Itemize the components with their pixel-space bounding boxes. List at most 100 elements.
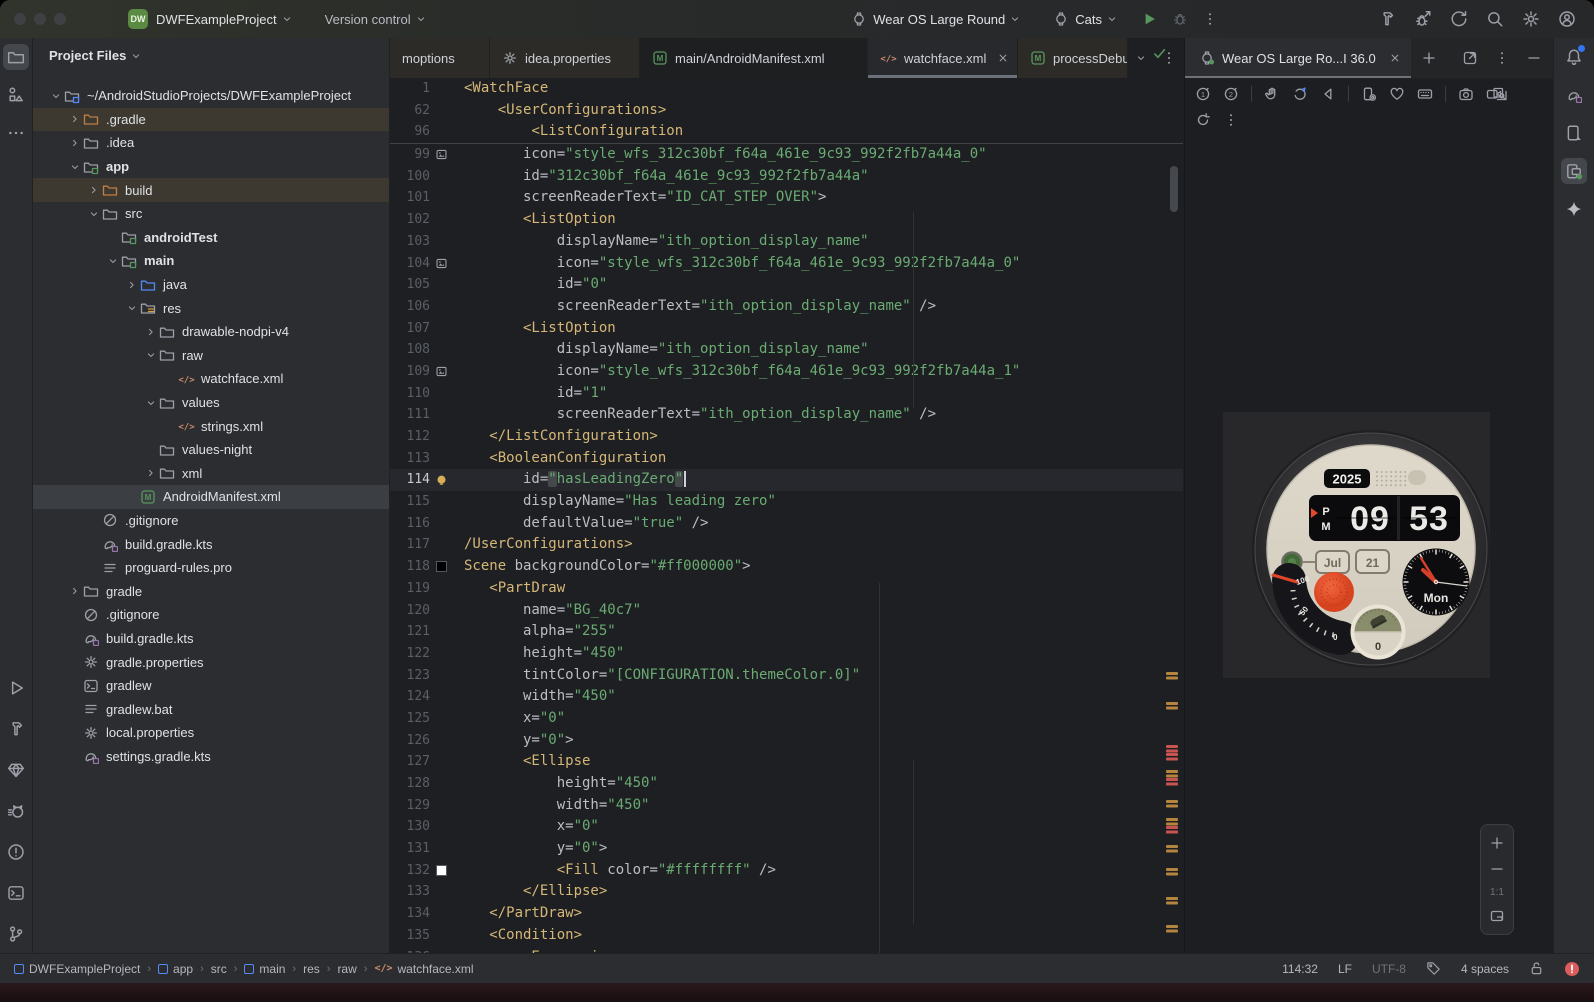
code-line-126[interactable]: 126 y="0"> — [390, 730, 1183, 752]
code-line-132[interactable]: 132 <Fill color="#ffffffff" /> — [390, 860, 1183, 882]
line-number[interactable]: 125 — [390, 708, 430, 730]
device-selector[interactable]: Wear OS Large Round — [851, 11, 1027, 27]
sync-project-icon[interactable] — [1450, 10, 1468, 28]
editor-tab-moptions[interactable]: moptions — [390, 38, 490, 78]
editor-tab-processdebug[interactable]: MprocessDebug — [1018, 38, 1128, 78]
line-number[interactable]: 127 — [390, 751, 430, 773]
notifications-icon[interactable] — [1561, 44, 1587, 70]
lock-open-icon[interactable] — [1529, 961, 1544, 976]
tree-item-androidtest[interactable]: androidTest — [33, 226, 389, 250]
code-line-125[interactable]: 125 x="0" — [390, 708, 1183, 730]
code-line-127[interactable]: 127 <Ellipse — [390, 751, 1183, 773]
tree-item-java[interactable]: java — [33, 273, 389, 297]
tree-item-strings-xml[interactable]: </> strings.xml — [33, 414, 389, 438]
tree-item-androidmanifest-xml[interactable]: M AndroidManifest.xml — [33, 485, 389, 509]
line-number[interactable]: 121 — [390, 621, 430, 643]
sidebar-item-structure[interactable] — [3, 82, 29, 108]
code-line-107[interactable]: 107 <ListOption — [390, 318, 1183, 340]
code-line-96[interactable]: 96 <ListConfiguration — [390, 121, 1183, 143]
code-line-129[interactable]: 129 width="450" — [390, 795, 1183, 817]
zoom-in-button[interactable] — [1489, 835, 1505, 851]
gemini-icon[interactable] — [1561, 196, 1587, 222]
device-settings-icon[interactable] — [1361, 86, 1377, 102]
line-number[interactable]: 126 — [390, 730, 430, 752]
chevron-right-icon[interactable] — [68, 584, 82, 598]
sidebar-item-app-quality-insights[interactable] — [3, 757, 29, 783]
health-services-icon[interactable] — [1389, 86, 1405, 102]
line-number[interactable]: 131 — [390, 838, 430, 860]
tree-item-src[interactable]: src — [33, 202, 389, 226]
indent-widget[interactable]: 4 spaces — [1461, 962, 1509, 976]
vcs-widget[interactable]: Version control — [325, 12, 433, 27]
tree-item-settings-gradle-kts[interactable]: settings.gradle.kts — [33, 745, 389, 769]
line-number[interactable]: 112 — [390, 426, 430, 448]
line-separator-widget[interactable]: LF — [1338, 962, 1352, 976]
warning-stripe-mark[interactable] — [1166, 818, 1178, 821]
code-line-106[interactable]: 106 screenReaderText="ith_option_display_… — [390, 296, 1183, 318]
chevron-right-icon[interactable] — [125, 278, 139, 292]
chevron-down-icon[interactable] — [68, 160, 82, 174]
line-number[interactable]: 103 — [390, 231, 430, 253]
error-stripe-mark[interactable] — [1166, 745, 1178, 748]
line-number[interactable]: 99 — [390, 144, 430, 166]
sidebar-item-logcat[interactable] — [3, 798, 29, 824]
tree-item--gradle[interactable]: .gradle — [33, 107, 389, 132]
sidebar-item-project[interactable] — [3, 44, 29, 70]
breadcrumb-item-raw[interactable]: raw — [337, 962, 356, 976]
line-number[interactable]: 110 — [390, 383, 430, 405]
window-close-button[interactable] — [14, 13, 26, 25]
line-number[interactable]: 107 — [390, 318, 430, 340]
intention-bulb-icon[interactable] — [430, 469, 452, 491]
line-number[interactable]: 62 — [390, 100, 430, 122]
tree-item-values-night[interactable]: values-night — [33, 438, 389, 462]
settings-icon[interactable] — [1522, 10, 1540, 28]
line-number[interactable]: 117 — [390, 534, 430, 556]
line-number[interactable]: 130 — [390, 816, 430, 838]
error-indicator-icon[interactable] — [1564, 961, 1580, 977]
close-icon[interactable] — [997, 52, 1009, 64]
line-number[interactable]: 108 — [390, 339, 430, 361]
tree-item--idea[interactable]: .idea — [33, 131, 389, 155]
hidden-tabs-icon[interactable] — [1135, 52, 1147, 64]
line-number[interactable]: 128 — [390, 773, 430, 795]
project-view-selector[interactable]: Project Files — [49, 48, 148, 63]
hardware-input-icon[interactable] — [1417, 86, 1433, 102]
breadcrumb-item-watchface-xml[interactable]: </> watchface.xml — [374, 962, 473, 976]
device-manager-icon[interactable] — [1561, 120, 1587, 146]
line-number[interactable]: 118 — [390, 556, 430, 578]
code-line-122[interactable]: 122 height="450" — [390, 643, 1183, 665]
error-stripe-mark[interactable] — [1166, 753, 1178, 756]
warning-stripe-mark[interactable] — [1166, 897, 1178, 900]
line-number[interactable]: 120 — [390, 600, 430, 622]
open-in-window-icon[interactable] — [1462, 50, 1478, 66]
code-line-120[interactable]: 120 name="BG_40c7" — [390, 600, 1183, 622]
code-line-118[interactable]: 118 Scene backgroundColor="#ff000000"> — [390, 556, 1183, 578]
line-number[interactable]: 115 — [390, 491, 430, 513]
add-device-tab-icon[interactable] — [1421, 50, 1437, 66]
warning-stripe-mark[interactable] — [1166, 672, 1178, 675]
tree-item--gitignore[interactable]: .gitignore — [33, 603, 389, 627]
code-line-130[interactable]: 130 x="0" — [390, 816, 1183, 838]
tree-item-res[interactable]: res — [33, 296, 389, 320]
tree-item-raw[interactable]: raw — [33, 344, 389, 368]
run-button[interactable] — [1140, 10, 1158, 28]
tree-item-gradle[interactable]: gradle — [33, 579, 389, 603]
chevron-down-icon[interactable] — [106, 254, 120, 268]
tree-item-build-gradle-kts[interactable]: build.gradle.kts — [33, 532, 389, 556]
code-line-102[interactable]: 102 <ListOption — [390, 209, 1183, 231]
code-line-1[interactable]: 1 <WatchFace — [390, 78, 1183, 100]
chevron-down-icon[interactable] — [144, 396, 158, 410]
chevron-down-icon[interactable] — [87, 207, 101, 221]
code-line-101[interactable]: 101 screenReaderText="ID_CAT_STEP_OVER"> — [390, 187, 1183, 209]
line-number[interactable]: 135 — [390, 925, 430, 947]
breadcrumb-item-src[interactable]: src — [211, 962, 227, 976]
code-line-105[interactable]: 105 id="0" — [390, 274, 1183, 296]
tree-item-gradlew-bat[interactable]: gradlew.bat — [33, 697, 389, 721]
sidebar-item-more-tools[interactable] — [3, 120, 29, 146]
line-number[interactable]: 124 — [390, 686, 430, 708]
tree-item-main[interactable]: main — [33, 249, 389, 273]
compare-screenshot-icon[interactable] — [1492, 86, 1508, 102]
line-number[interactable]: 101 — [390, 187, 430, 209]
sidebar-item-problems[interactable] — [3, 839, 29, 865]
line-number[interactable]: 105 — [390, 274, 430, 296]
